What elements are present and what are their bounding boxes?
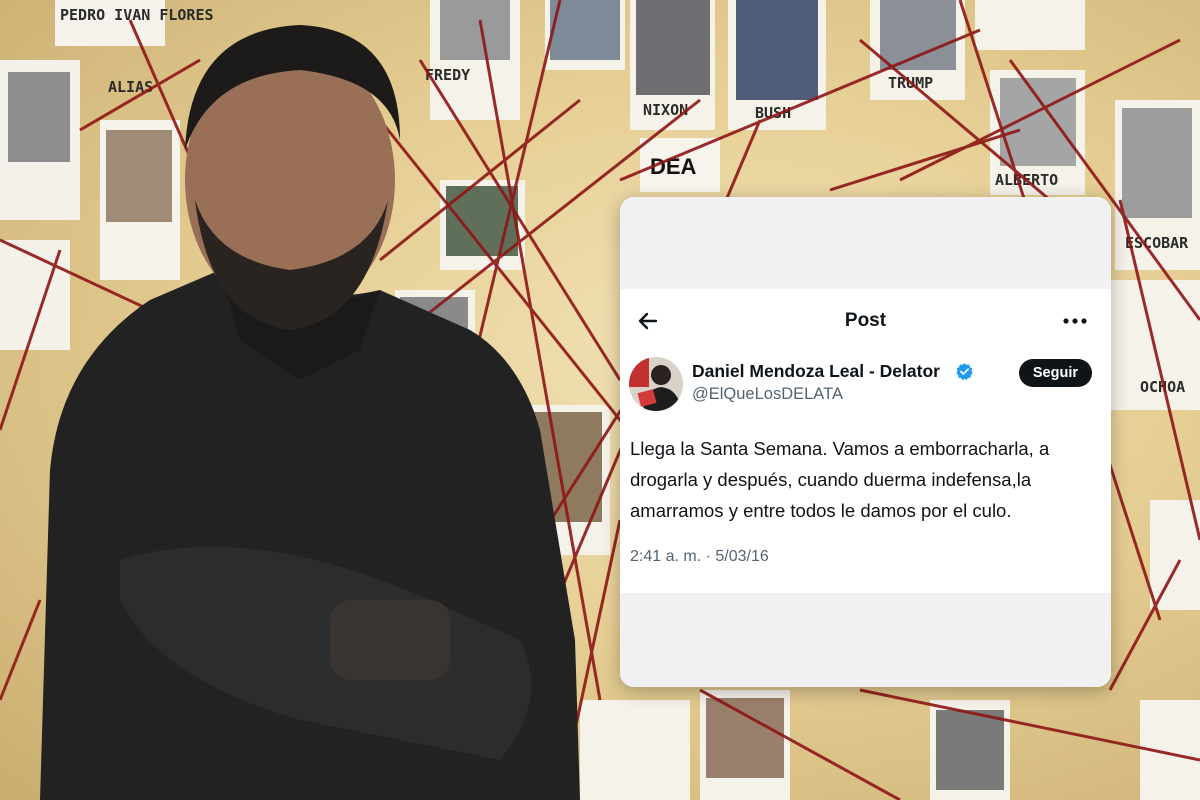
- avatar[interactable]: [629, 357, 683, 411]
- card-caption: BUSH: [755, 104, 791, 122]
- photo-card: [975, 0, 1085, 50]
- tweet-text: Llega la Santa Semana. Vamos a emborrach…: [630, 438, 1050, 521]
- portrait-photo: [440, 0, 510, 60]
- portrait-photo: [636, 0, 710, 95]
- portrait-photo: [736, 0, 818, 100]
- portrait-photo: [1122, 108, 1192, 218]
- portrait-photo: [706, 698, 784, 778]
- verified-badge-icon: [956, 363, 973, 381]
- follow-button[interactable]: Seguir: [1018, 359, 1092, 387]
- card-caption: PEDRO IVAN FLORES: [60, 6, 214, 24]
- page-title: Post: [844, 310, 887, 331]
- portrait-photo: [936, 710, 1004, 790]
- author-name[interactable]: Daniel Mendoza Leal - Delator: [692, 361, 940, 382]
- portrait-photo: [8, 72, 70, 162]
- image-stage: PEDRO IVAN FLORES ALIAS FREDY NIXON BUSH…: [0, 0, 1200, 800]
- photo-card: [1150, 500, 1200, 610]
- photo-card: [580, 700, 690, 800]
- card-top-band: [620, 197, 1111, 289]
- portrait-photo: [880, 0, 956, 70]
- more-horizontal-icon[interactable]: [1061, 311, 1089, 331]
- card-bottom-band: [620, 593, 1111, 687]
- author-row: Daniel Mendoza Leal - Delator @ElQueLosD…: [620, 351, 1111, 417]
- tweet-card: Post Daniel Mendoza Leal - Delator @ElQu…: [620, 197, 1111, 687]
- tweet-timestamp[interactable]: 2:41 a. m. · 5/03/16: [620, 526, 1111, 566]
- author-handle[interactable]: @ElQueLosDELATA: [692, 385, 843, 404]
- post-header: Post: [620, 289, 1111, 351]
- card-caption: ALIAS: [108, 78, 153, 96]
- card-caption: ESCOBAR: [1125, 234, 1189, 252]
- portrait-photo: [106, 130, 172, 222]
- portrait-photo: [1000, 78, 1076, 166]
- portrait-photo: [550, 0, 620, 60]
